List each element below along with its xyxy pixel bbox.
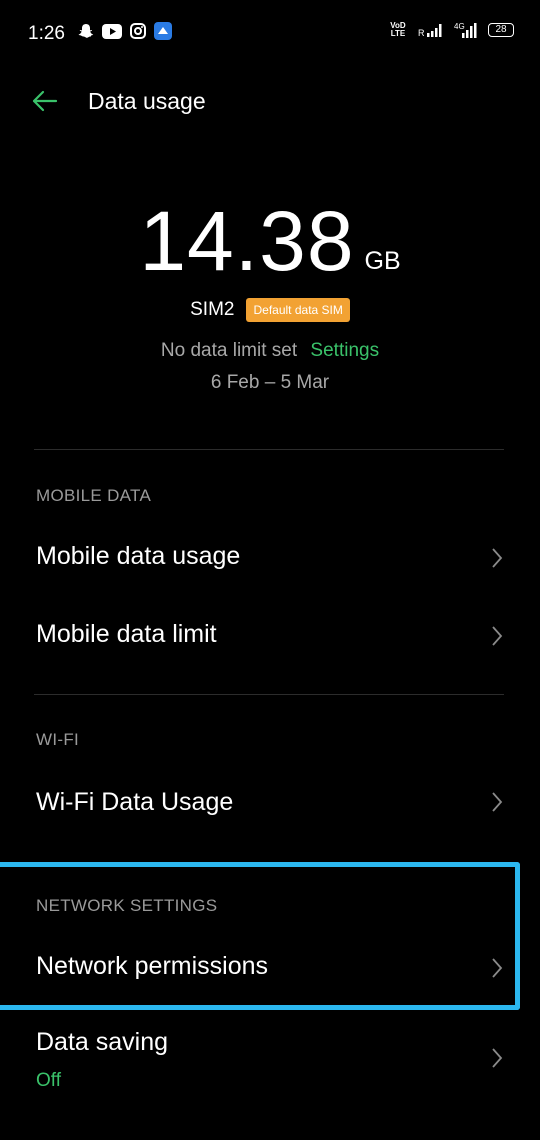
mobile-data-limit-row[interactable]: Mobile data limit bbox=[0, 598, 540, 676]
default-sim-badge: Default data SIM bbox=[246, 298, 350, 322]
row-label: Wi-Fi Data Usage bbox=[36, 788, 234, 816]
section-header-wifi: WI-FI bbox=[36, 730, 80, 749]
chevron-right-icon bbox=[492, 1048, 503, 1068]
app-bar: Data usage bbox=[0, 78, 540, 124]
app-notification-icon bbox=[154, 22, 172, 40]
instagram-icon bbox=[130, 23, 146, 39]
page-title: Data usage bbox=[88, 88, 206, 114]
usage-total: 14.38 GB bbox=[0, 196, 540, 286]
data-saving-status: Off bbox=[36, 1070, 61, 1091]
usage-unit: GB bbox=[364, 247, 401, 275]
signal-4g-icon: 4G bbox=[454, 22, 477, 38]
divider bbox=[34, 694, 504, 695]
network-permissions-row[interactable]: Network permissions bbox=[0, 930, 540, 1004]
divider bbox=[34, 449, 504, 450]
sim-row: SIM2 Default data SIM bbox=[0, 298, 540, 322]
row-label: Mobile data limit bbox=[36, 620, 217, 648]
section-header-mobile-data: MOBILE DATA bbox=[36, 486, 152, 505]
chevron-right-icon bbox=[492, 792, 503, 812]
data-saving-row[interactable]: Data saving Off bbox=[0, 1016, 540, 1106]
row-label: Mobile data usage bbox=[36, 542, 241, 570]
chevron-right-icon bbox=[492, 626, 503, 646]
back-arrow-icon[interactable] bbox=[30, 86, 60, 116]
system-status-icons: VoD LTE R 4G 28 bbox=[388, 22, 514, 38]
battery-icon: 28 bbox=[488, 23, 514, 37]
volte-icon: VoD LTE bbox=[390, 21, 406, 38]
snapchat-icon bbox=[78, 23, 94, 38]
chevron-right-icon bbox=[492, 548, 503, 568]
status-time: 1:26 bbox=[28, 23, 65, 44]
billing-cycle-range: 6 Feb – 5 Mar bbox=[210, 372, 330, 393]
youtube-icon bbox=[102, 23, 122, 39]
row-label: Data saving bbox=[36, 1028, 169, 1056]
signal-sim1-icon: R bbox=[418, 24, 442, 37]
usage-summary: 14.38 GB SIM2 Default data SIM No data l… bbox=[0, 196, 540, 394]
settings-link[interactable]: Settings bbox=[310, 340, 379, 361]
row-label: Network permissions bbox=[36, 952, 269, 980]
wifi-data-usage-row[interactable]: Wi-Fi Data Usage bbox=[0, 764, 540, 842]
status-bar: 1:26 VoD LTE R 4G 28 bbox=[0, 0, 540, 66]
chevron-right-icon bbox=[492, 958, 503, 978]
sim-name: SIM2 bbox=[190, 299, 235, 320]
usage-value: 14.38 bbox=[139, 194, 355, 288]
limit-text: No data limit set bbox=[160, 340, 298, 361]
svg-text:4G: 4G bbox=[454, 22, 465, 31]
notification-icons bbox=[78, 22, 172, 40]
svg-text:R: R bbox=[418, 28, 425, 37]
mobile-data-usage-row[interactable]: Mobile data usage bbox=[0, 520, 540, 598]
limit-row: No data limit set Settings bbox=[0, 340, 540, 362]
section-header-network-settings: NETWORK SETTINGS bbox=[36, 896, 218, 915]
